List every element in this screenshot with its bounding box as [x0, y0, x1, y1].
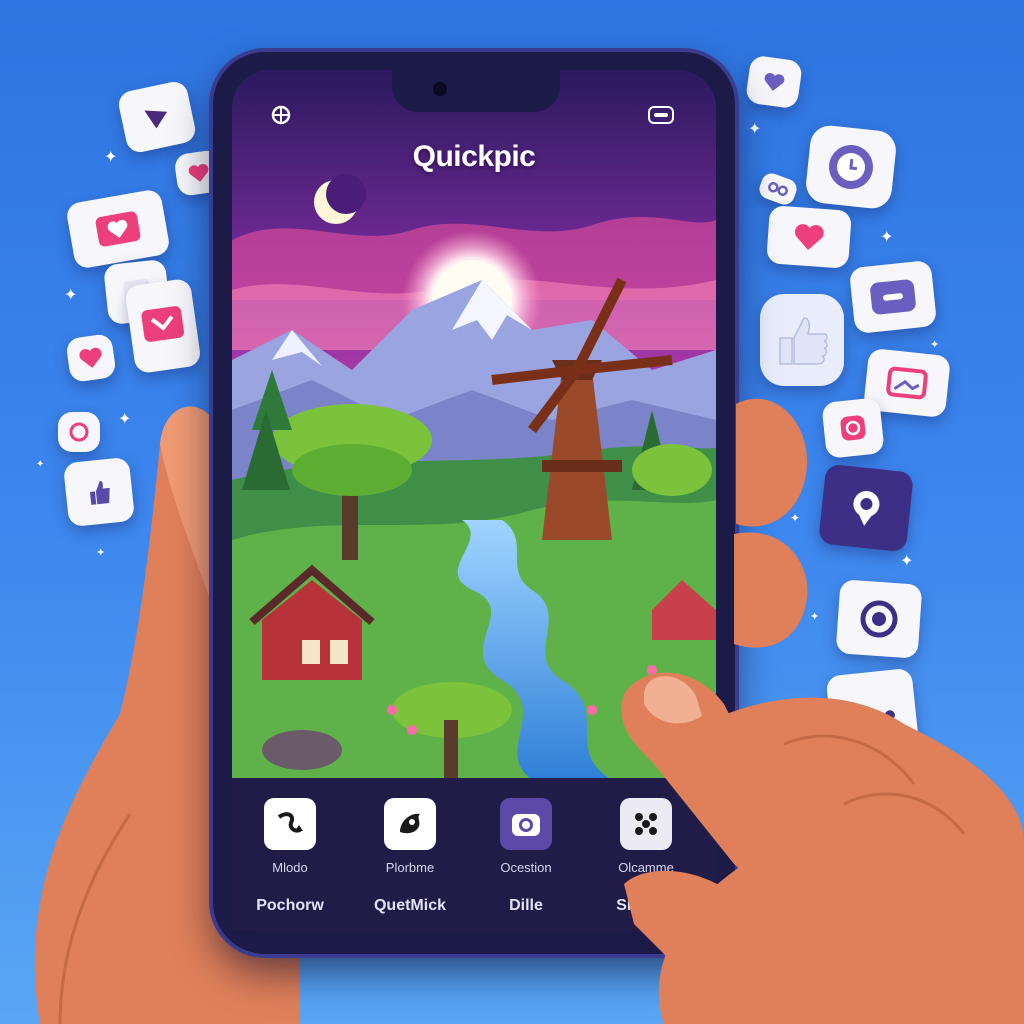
dock-label: Pochorw — [256, 897, 324, 914]
sparkle-icon: ✦ — [930, 339, 940, 351]
bird-icon — [384, 798, 436, 850]
camera-icon — [500, 798, 552, 850]
phone-notch — [392, 68, 560, 112]
minus-icon[interactable] — [848, 259, 938, 335]
heart-chat-icon[interactable] — [64, 188, 172, 270]
front-camera — [433, 82, 447, 96]
sparkle-icon: ✦ — [64, 287, 78, 304]
heart-icon[interactable] — [65, 333, 117, 383]
right-hand — [621, 398, 1024, 1024]
dock-label: Dille — [509, 897, 543, 914]
sparkle-icon: ✦ — [748, 121, 762, 138]
heart-chat-icon[interactable] — [766, 205, 852, 269]
dock-item-quetmick[interactable]: Plorbme QuetMick — [360, 798, 460, 915]
heart-chat-icon[interactable] — [744, 54, 804, 110]
settings-icon[interactable] — [270, 104, 292, 126]
dock-item-dille[interactable]: Ocestion Dille — [476, 798, 576, 915]
scene: ✦ ✦ ✦ ✦ ✦ ✦ ✦ ✦ ✦ ✦ ✦ Quickpic Mlodo Poc… — [0, 0, 1024, 1024]
play-icon[interactable] — [116, 79, 198, 155]
app-title: Quickpic — [412, 140, 536, 173]
sparkle-icon: ✦ — [104, 149, 118, 166]
dock-caption: Plorbme — [385, 860, 435, 875]
link-icon[interactable] — [756, 170, 800, 208]
dock-caption: Ocestion — [500, 860, 552, 875]
dock-caption: Mlodo — [272, 860, 308, 875]
sparkle-icon: ✦ — [880, 229, 894, 246]
clock-icon[interactable] — [804, 123, 898, 211]
dock-item-pochorw[interactable]: Mlodo Pochorw — [240, 798, 340, 915]
curved-arrow-icon — [264, 798, 316, 850]
battery-icon — [648, 106, 674, 124]
chat-heart-icon[interactable] — [124, 277, 202, 375]
dock-label: QuetMick — [373, 897, 446, 914]
